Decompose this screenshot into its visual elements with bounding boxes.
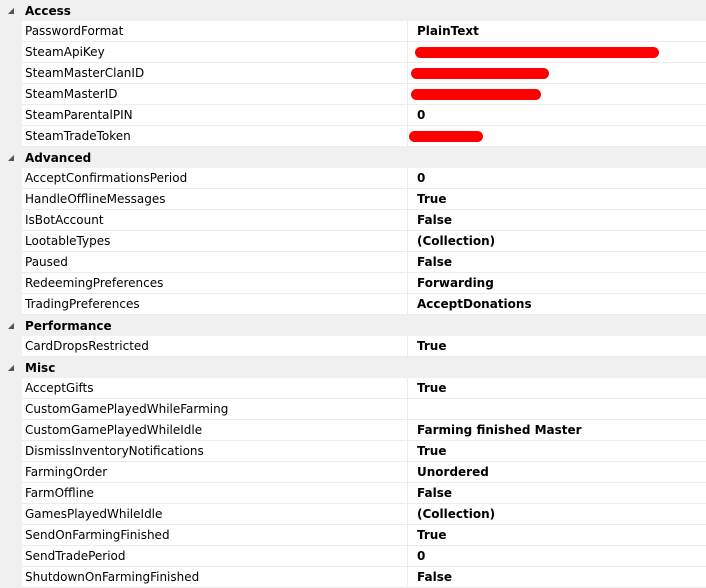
property-name: RedeemingPreferences <box>22 273 408 294</box>
property-name: AcceptGifts <box>22 378 408 399</box>
property-row[interactable]: SteamMasterID <box>0 84 706 105</box>
category-performance[interactable]: ◢ Performance <box>0 315 706 336</box>
property-row[interactable]: FarmOffline False <box>0 483 706 504</box>
property-value[interactable]: (Collection) <box>408 231 706 252</box>
property-name: HandleOfflineMessages <box>22 189 408 210</box>
property-name: SendOnFarmingFinished <box>22 525 408 546</box>
property-name: SteamApiKey <box>22 42 408 63</box>
property-value[interactable]: True <box>408 441 706 462</box>
property-value[interactable] <box>408 84 706 105</box>
property-row[interactable]: AcceptGifts True <box>0 378 706 399</box>
property-value[interactable]: AcceptDonations <box>408 294 706 315</box>
collapse-triangle-icon[interactable]: ◢ <box>0 315 22 336</box>
category-title: Misc <box>25 360 56 375</box>
property-row[interactable]: TradingPreferences AcceptDonations <box>0 294 706 315</box>
category-access[interactable]: ◢ Access <box>0 0 706 21</box>
category-title: Performance <box>25 318 112 333</box>
redaction-mark <box>411 68 549 79</box>
property-value[interactable]: True <box>408 189 706 210</box>
property-row[interactable]: SteamParentalPIN 0 <box>0 105 706 126</box>
property-value[interactable] <box>408 126 706 147</box>
property-row[interactable]: SteamMasterClanID <box>0 63 706 84</box>
property-value[interactable]: True <box>408 378 706 399</box>
redaction-mark <box>415 47 659 58</box>
property-row[interactable]: CardDropsRestricted True <box>0 336 706 357</box>
property-row[interactable]: FarmingOrder Unordered <box>0 462 706 483</box>
redaction-mark <box>411 89 541 100</box>
property-name: AcceptConfirmationsPeriod <box>22 168 408 189</box>
property-value[interactable]: False <box>408 483 706 504</box>
property-name: SteamMasterClanID <box>22 63 408 84</box>
property-value[interactable]: 0 <box>408 105 706 126</box>
category-advanced[interactable]: ◢ Advanced <box>0 147 706 168</box>
property-row[interactable]: CustomGamePlayedWhileFarming <box>0 399 706 420</box>
property-row[interactable]: RedeemingPreferences Forwarding <box>0 273 706 294</box>
property-value[interactable]: Unordered <box>408 462 706 483</box>
property-value[interactable] <box>408 399 706 420</box>
property-row[interactable]: DismissInventoryNotifications True <box>0 441 706 462</box>
property-name: FarmingOrder <box>22 462 408 483</box>
property-value[interactable]: 0 <box>408 168 706 189</box>
category-title: Advanced <box>25 150 92 165</box>
property-name: CustomGamePlayedWhileIdle <box>22 420 408 441</box>
property-row[interactable]: ShutdownOnFarmingFinished False <box>0 567 706 588</box>
property-name: SteamParentalPIN <box>22 105 408 126</box>
property-value[interactable] <box>408 42 706 63</box>
property-value[interactable]: Farming finished Master <box>408 420 706 441</box>
property-value[interactable]: False <box>408 252 706 273</box>
property-value[interactable] <box>408 63 706 84</box>
collapse-triangle-icon[interactable]: ◢ <box>0 147 22 168</box>
property-value[interactable]: True <box>408 525 706 546</box>
property-name: SteamMasterID <box>22 84 408 105</box>
property-row[interactable]: Paused False <box>0 252 706 273</box>
property-value[interactable]: 0 <box>408 546 706 567</box>
property-row[interactable]: GamesPlayedWhileIdle (Collection) <box>0 504 706 525</box>
property-name: SteamTradeToken <box>22 126 408 147</box>
property-name: CardDropsRestricted <box>22 336 408 357</box>
property-name: ShutdownOnFarmingFinished <box>22 567 408 588</box>
property-name: DismissInventoryNotifications <box>22 441 408 462</box>
collapse-triangle-icon[interactable]: ◢ <box>0 0 22 21</box>
property-name: Paused <box>22 252 408 273</box>
property-row[interactable]: IsBotAccount False <box>0 210 706 231</box>
property-value[interactable]: True <box>408 336 706 357</box>
property-row[interactable]: PasswordFormat PlainText <box>0 21 706 42</box>
property-name: LootableTypes <box>22 231 408 252</box>
collapse-triangle-icon[interactable]: ◢ <box>0 357 22 378</box>
property-name: FarmOffline <box>22 483 408 504</box>
property-row[interactable]: HandleOfflineMessages True <box>0 189 706 210</box>
category-misc[interactable]: ◢ Misc <box>0 357 706 378</box>
property-value[interactable]: Forwarding <box>408 273 706 294</box>
property-row[interactable]: CustomGamePlayedWhileIdle Farming finish… <box>0 420 706 441</box>
property-name: IsBotAccount <box>22 210 408 231</box>
property-row[interactable]: SendTradePeriod 0 <box>0 546 706 567</box>
property-name: TradingPreferences <box>22 294 408 315</box>
property-name: SendTradePeriod <box>22 546 408 567</box>
property-value[interactable]: False <box>408 210 706 231</box>
property-row[interactable]: SteamApiKey <box>0 42 706 63</box>
property-grid: ◢ Access PasswordFormat PlainText SteamA… <box>0 0 706 588</box>
property-row[interactable]: LootableTypes (Collection) <box>0 231 706 252</box>
category-title: Access <box>25 3 71 18</box>
property-value[interactable]: False <box>408 567 706 588</box>
property-value[interactable]: (Collection) <box>408 504 706 525</box>
property-value[interactable]: PlainText <box>408 21 706 42</box>
property-row[interactable]: AcceptConfirmationsPeriod 0 <box>0 168 706 189</box>
property-row[interactable]: SteamTradeToken <box>0 126 706 147</box>
property-name: GamesPlayedWhileIdle <box>22 504 408 525</box>
property-name: PasswordFormat <box>22 21 408 42</box>
redaction-mark <box>409 131 483 142</box>
property-name: CustomGamePlayedWhileFarming <box>22 399 408 420</box>
property-row[interactable]: SendOnFarmingFinished True <box>0 525 706 546</box>
